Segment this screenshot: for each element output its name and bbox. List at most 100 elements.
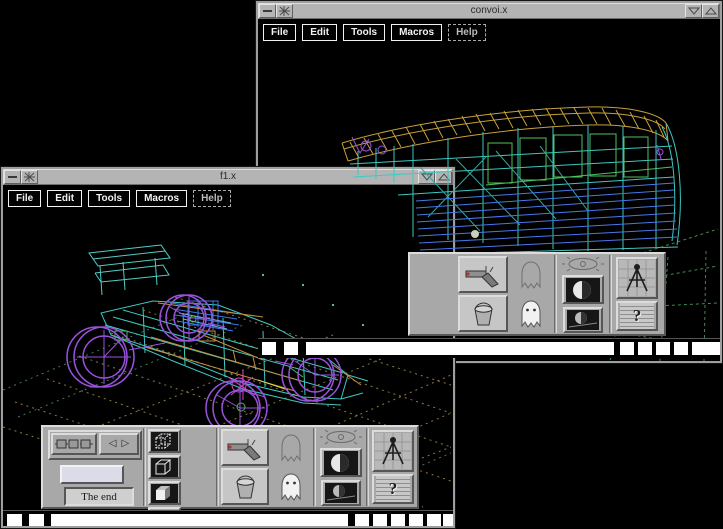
camera-tripod-button[interactable] (372, 430, 414, 472)
question-mark: ? (389, 479, 398, 499)
ghost-panel (509, 255, 553, 333)
frame-sequence-button[interactable] (51, 433, 97, 455)
scene-icon (325, 483, 357, 503)
frame-marker[interactable] (355, 514, 369, 526)
frame-marker[interactable] (656, 342, 670, 355)
dash-icon (8, 176, 17, 178)
help-button[interactable]: ? (616, 301, 658, 331)
divider (554, 255, 557, 333)
toolbar-f1: ◁ ▷ The end (41, 425, 419, 509)
solid-cube-icon (152, 484, 176, 502)
ghost-outline-button[interactable] (279, 432, 303, 464)
progress-gauge[interactable] (60, 465, 124, 484)
maximize-button[interactable] (702, 4, 719, 18)
menu-help[interactable]: Help (193, 190, 231, 207)
wireframe-dashed-cube-button[interactable] (148, 429, 181, 453)
sphere-icon (566, 278, 600, 302)
shade-button[interactable] (685, 4, 702, 18)
desktop: convoi.x (0, 0, 723, 529)
timeline-bar[interactable] (320, 342, 614, 355)
next-arrow: ▷ (122, 439, 130, 449)
train-windows (486, 134, 672, 185)
frame-marker[interactable] (443, 514, 453, 526)
toolbar-spacer (411, 255, 457, 333)
render-scene-button[interactable] (321, 480, 361, 506)
frame-marker[interactable] (306, 342, 320, 355)
eye-icon (562, 257, 604, 272)
timeline-strip-f1 (3, 510, 453, 526)
iconify-button[interactable] (259, 4, 276, 18)
bucket-tool-button[interactable] (458, 295, 508, 332)
window-menu-button[interactable] (276, 4, 293, 18)
ghost-button[interactable] (279, 471, 303, 503)
frame-marker[interactable] (7, 514, 22, 526)
frame-marker[interactable] (284, 342, 298, 355)
frame-marker[interactable] (409, 514, 423, 526)
frame-marker[interactable] (706, 342, 720, 355)
menu-file[interactable]: File (8, 190, 41, 207)
hatch-icon (279, 6, 290, 16)
frame-marker[interactable] (620, 342, 634, 355)
shaded-sphere-button[interactable] (320, 448, 362, 478)
help-button[interactable]: ? (372, 474, 414, 504)
render-scene-button[interactable] (563, 307, 603, 333)
sphere-icon (324, 451, 358, 475)
menubar-f1: File Edit Tools Macros Help (8, 190, 231, 207)
menu-macros[interactable]: Macros (391, 24, 442, 41)
dashed-cube-icon (152, 432, 176, 450)
frame-marker[interactable] (373, 514, 387, 526)
window-menu-button[interactable] (21, 170, 38, 184)
frame-marker[interactable] (427, 514, 441, 526)
frame-marker[interactable] (391, 514, 405, 526)
divider (313, 428, 316, 506)
toolbar-convoi: ? (408, 252, 666, 336)
train-sphere (471, 230, 479, 238)
drill-tool-button[interactable] (458, 256, 508, 293)
menu-edit[interactable]: Edit (302, 24, 337, 41)
menu-edit[interactable]: Edit (47, 190, 82, 207)
render-panel (317, 428, 365, 506)
camera-tripod-icon (375, 433, 411, 469)
camera-tripod-button[interactable] (616, 257, 658, 299)
question-mark: ? (633, 306, 642, 326)
timeline-strip-convoi (258, 338, 720, 358)
window-title: convoi.x (293, 4, 685, 18)
frame-marker[interactable] (51, 514, 66, 526)
frame-marker[interactable] (692, 342, 706, 355)
pick-tools-panel (457, 255, 509, 333)
animation-panel: ◁ ▷ The end (44, 428, 142, 506)
wireframe-cube-button[interactable] (148, 455, 181, 479)
prev-arrow: ◁ (109, 439, 117, 449)
divider (143, 428, 146, 506)
rear-wing (89, 245, 170, 295)
shaded-sphere-button[interactable] (562, 275, 604, 305)
bucket-tool-button[interactable] (221, 468, 269, 505)
titlebar-convoi[interactable]: convoi.x (258, 3, 720, 19)
end-status-label: The end (64, 487, 134, 506)
menu-macros[interactable]: Macros (136, 190, 187, 207)
menu-help[interactable]: Help (448, 24, 486, 41)
stray-dots (262, 274, 364, 326)
frame-marker[interactable] (29, 514, 44, 526)
frame-marker[interactable] (638, 342, 652, 355)
frame-marker[interactable] (262, 342, 276, 355)
frame-marker[interactable] (674, 342, 688, 355)
ghost-outline-button[interactable] (519, 259, 543, 291)
menu-file[interactable]: File (263, 24, 296, 41)
menu-tools[interactable]: Tools (343, 24, 385, 41)
divider (609, 255, 612, 333)
step-arrows-button[interactable]: ◁ ▷ (99, 433, 139, 455)
divider (216, 428, 219, 506)
iconify-button[interactable] (4, 170, 21, 184)
eye-icon (320, 430, 362, 445)
camera-help-panel: ? (370, 428, 416, 506)
menubar-convoi: File Edit Tools Macros Help (263, 24, 486, 41)
solid-cube-button[interactable] (148, 481, 181, 505)
drill-tool-button[interactable] (221, 429, 269, 466)
ghost-button[interactable] (519, 298, 543, 330)
timeline-bar[interactable] (65, 514, 348, 526)
wheels (67, 295, 341, 435)
divider (366, 428, 369, 506)
bucket-icon (231, 472, 259, 502)
menu-tools[interactable]: Tools (88, 190, 130, 207)
